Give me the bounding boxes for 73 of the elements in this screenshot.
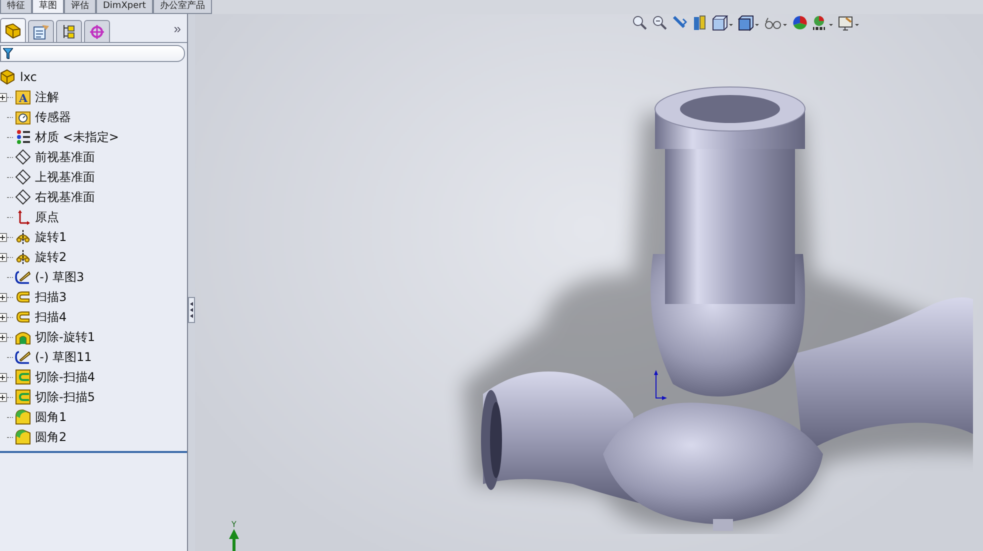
tree-item-label[interactable]: 旋转2 <box>35 248 67 266</box>
axis-label: Y <box>232 521 236 529</box>
section-view-icon[interactable] <box>692 15 708 31</box>
material-icon <box>15 129 31 145</box>
command-tab[interactable]: DimXpert <box>96 0 153 14</box>
display-style-icon[interactable] <box>738 15 760 31</box>
tree-item-label[interactable]: (-) 草图11 <box>35 348 92 366</box>
tree-item-label[interactable]: 扫描4 <box>35 308 67 326</box>
tree-item-label[interactable]: 扫描3 <box>35 288 67 306</box>
sweep-icon <box>15 289 31 305</box>
tree-item-label[interactable]: 切除-扫描5 <box>35 388 95 406</box>
appearance-ball-icon[interactable] <box>792 15 808 31</box>
zoom-area-icon[interactable] <box>652 15 668 31</box>
fillet-icon <box>15 429 31 445</box>
axis-triad-icon <box>653 369 667 401</box>
monitor-icon[interactable] <box>838 15 860 31</box>
tree-item-label[interactable]: 原点 <box>35 208 59 226</box>
folder-letter-icon: A <box>15 89 31 105</box>
collapse-handle-icon[interactable] <box>188 297 195 323</box>
part-icon <box>0 69 16 85</box>
tree-item-label[interactable]: 圆角2 <box>35 428 67 446</box>
feature-tree-icon <box>4 22 22 38</box>
manager-tab[interactable] <box>28 20 54 42</box>
tree-item-label[interactable]: 上视基准面 <box>35 168 95 186</box>
expand-icon[interactable] <box>0 372 7 382</box>
folder-gauge-icon <box>15 109 31 125</box>
tree-item-label[interactable]: 右视基准面 <box>35 188 95 206</box>
tree-item-label[interactable]: 传感器 <box>35 108 71 126</box>
scene-icon[interactable] <box>812 15 834 31</box>
filter-field[interactable] <box>0 45 185 62</box>
cut-sweep-icon <box>15 369 31 385</box>
revolve-icon <box>15 249 31 265</box>
sweep-icon <box>15 309 31 325</box>
view-orientation-icon[interactable] <box>712 15 734 31</box>
sketch-pencil-icon <box>15 349 31 365</box>
expand-icon[interactable] <box>0 312 7 322</box>
expand-icon[interactable] <box>0 232 7 242</box>
revolve-icon <box>15 229 31 245</box>
cut-revolve-icon <box>15 329 31 345</box>
expand-icon[interactable] <box>0 332 7 342</box>
glasses-icon[interactable] <box>764 15 788 31</box>
manager-tab[interactable] <box>0 18 26 42</box>
origin-icon <box>15 209 31 225</box>
tree-item-label[interactable]: 前视基准面 <box>35 148 95 166</box>
expand-icon[interactable] <box>0 292 7 302</box>
y-axis-arrow-icon <box>229 529 239 551</box>
expand-icon[interactable] <box>0 252 7 262</box>
expand-icon[interactable] <box>0 392 7 402</box>
filter-icon <box>3 48 13 59</box>
crosshair-icon <box>88 24 106 40</box>
tree-item-label[interactable]: 材质 <未指定> <box>35 128 119 146</box>
command-tab[interactable]: 评估 <box>64 0 96 14</box>
sketch-pencil-icon <box>15 269 31 285</box>
plane-icon <box>15 189 31 205</box>
tree-item-label[interactable]: 切除-扫描4 <box>35 368 95 386</box>
document-icon <box>32 24 50 40</box>
tree-item-label[interactable]: 圆角1 <box>35 408 67 426</box>
tree-item-label[interactable]: (-) 草图3 <box>35 268 84 286</box>
cut-sweep-icon <box>15 389 31 405</box>
fillet-icon <box>15 409 31 425</box>
plane-icon <box>15 149 31 165</box>
command-tab[interactable]: 草图 <box>32 0 64 14</box>
manager-tab[interactable] <box>56 20 82 42</box>
expand-icon[interactable] <box>0 92 7 102</box>
tree-item-label[interactable]: 旋转1 <box>35 228 67 246</box>
tree-root-label[interactable]: lxc <box>20 70 37 84</box>
tree-item-label[interactable]: 注解 <box>35 88 59 106</box>
command-tab[interactable]: 办公室产品 <box>152 0 212 14</box>
command-tab[interactable]: 特征 <box>0 0 32 14</box>
zoom-fit-icon[interactable] <box>632 15 648 31</box>
tree-item-label[interactable]: 切除-旋转1 <box>35 328 95 346</box>
plane-icon <box>15 169 31 185</box>
more-tabs-button[interactable]: » <box>172 20 183 36</box>
